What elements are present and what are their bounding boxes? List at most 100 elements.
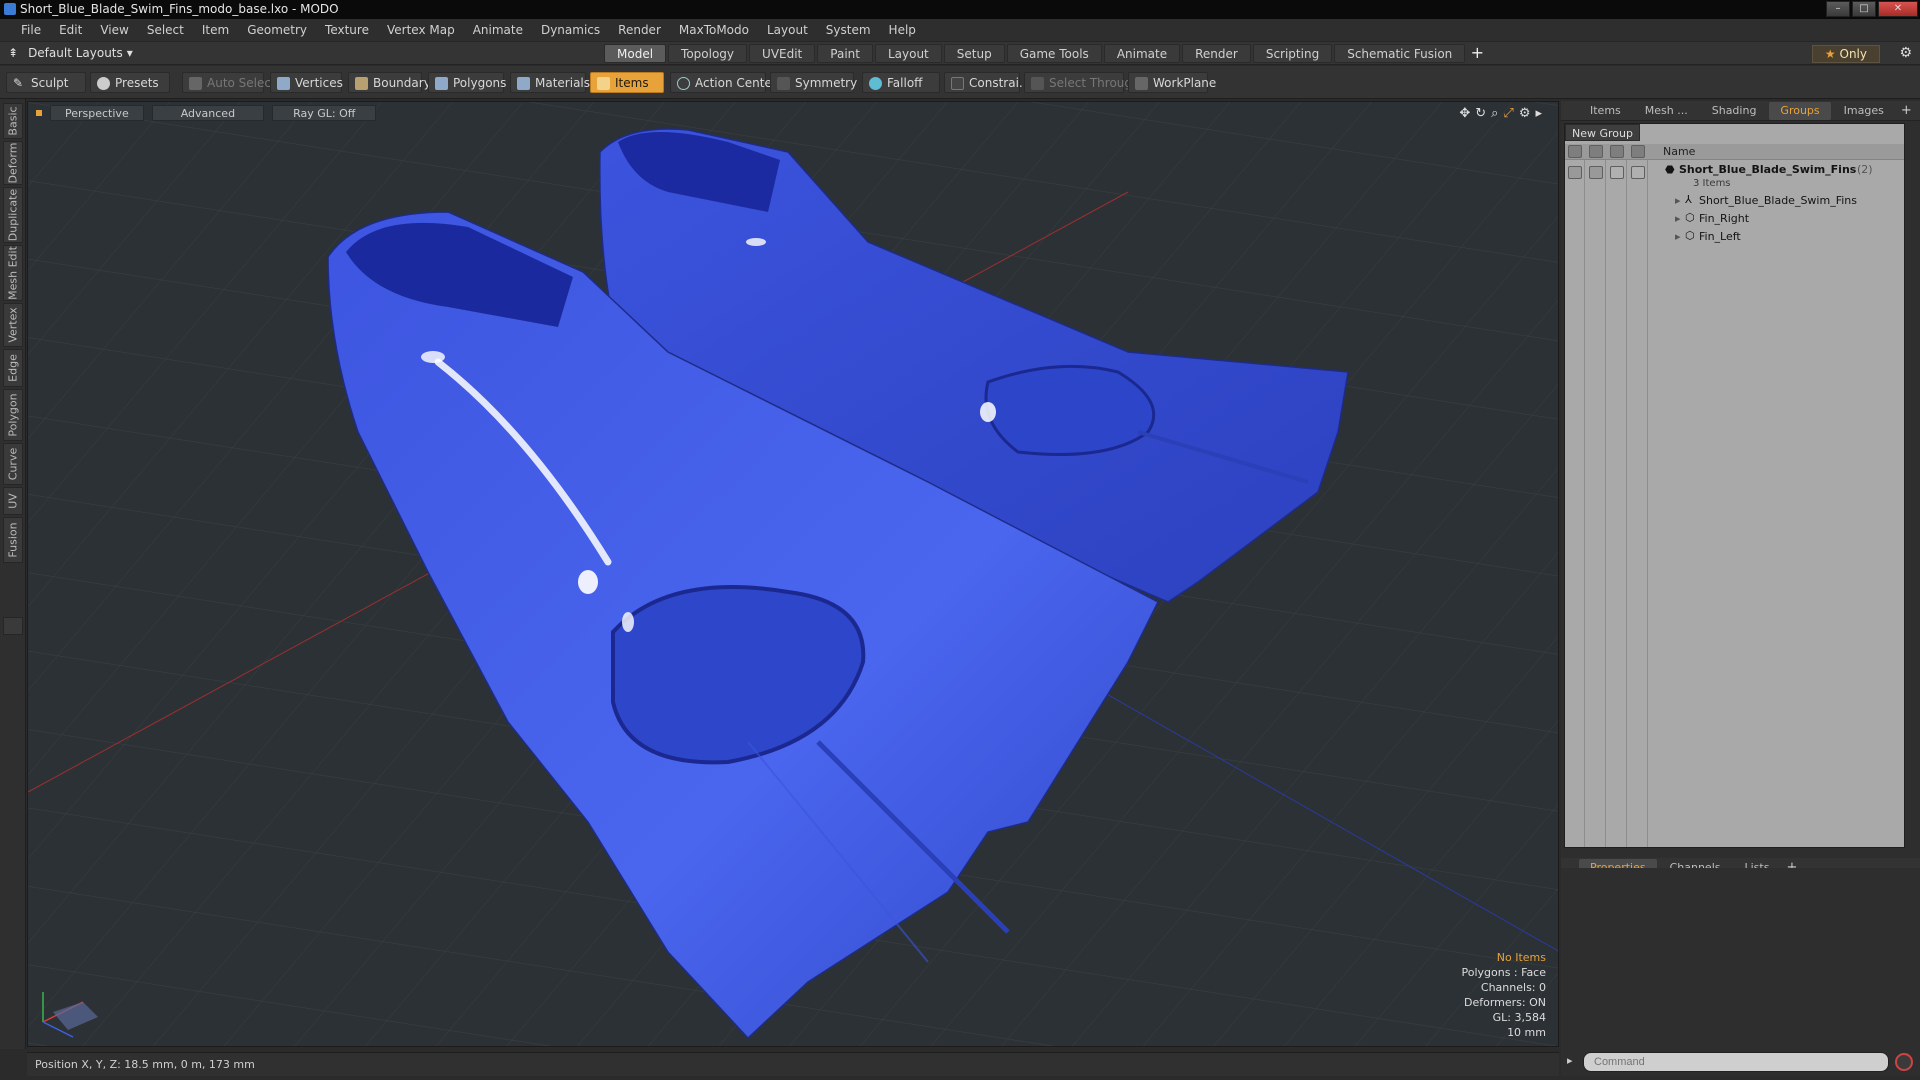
expand-icon[interactable]: ▸ (1675, 194, 1681, 207)
menu-texture[interactable]: Texture (316, 23, 378, 37)
minimize-button[interactable]: – (1826, 1, 1850, 17)
list-item[interactable]: ▸ ⅄ Short_Blue_Blade_Swim_Fins (1565, 192, 1904, 210)
falloff-icon (869, 77, 882, 90)
layout-toggle-icon[interactable]: ⇞ (8, 46, 18, 60)
tab-render[interactable]: Render (1182, 44, 1251, 63)
constraints-button[interactable]: Constrai... (944, 72, 1030, 93)
menu-maxtomodo[interactable]: MaxToModo (670, 23, 758, 37)
vertices-button[interactable]: Vertices (270, 72, 343, 93)
expand-icon[interactable]: ▸ (1675, 212, 1681, 225)
crosshair-icon (677, 77, 690, 90)
tab-paint[interactable]: Paint (817, 44, 873, 63)
list-item[interactable]: ▸ ⬡ Fin_Left (1565, 228, 1904, 246)
only-toggle[interactable]: ★ Only (1811, 45, 1880, 63)
gear-icon[interactable]: ⚙ (1899, 45, 1912, 61)
menu-render[interactable]: Render (609, 23, 670, 37)
expand-arrow-icon[interactable]: ▸ (1535, 106, 1542, 121)
command-history-arrow[interactable]: ▸ (1567, 1054, 1573, 1067)
left-tab-deform[interactable]: Deform (3, 141, 23, 185)
menu-select[interactable]: Select (138, 23, 193, 37)
render-column-icon[interactable] (1589, 145, 1603, 158)
tab-images[interactable]: Images (1833, 102, 1895, 120)
visibility-column-icon[interactable] (1568, 145, 1582, 158)
window-title: Short_Blue_Blade_Swim_Fins_modo_base.lxo… (20, 2, 339, 16)
brush-icon: ✎ (13, 76, 24, 90)
sculpt-button[interactable]: ✎ Sculpt (6, 72, 86, 93)
menu-animate[interactable]: Animate (464, 23, 532, 37)
list-item[interactable]: ▸ ⬡ Fin_Right (1565, 210, 1904, 228)
left-tab-uv[interactable]: UV (3, 487, 23, 515)
pan-icon[interactable]: ✥ (1459, 106, 1470, 121)
maximize-button[interactable]: □ (1852, 1, 1876, 17)
action-center-button[interactable]: Action Center (670, 72, 777, 93)
tab-topology[interactable]: Topology (668, 44, 748, 63)
left-tab-fusion[interactable]: Fusion (3, 517, 23, 563)
expand-icon[interactable]: ▸ (1675, 230, 1681, 243)
record-macro-icon[interactable] (1895, 1053, 1913, 1071)
presets-button[interactable]: Presets (90, 72, 170, 93)
command-input[interactable] (1583, 1052, 1889, 1072)
close-button[interactable]: ✕ (1878, 1, 1918, 17)
left-tab-label: Fusion (6, 522, 20, 558)
select-through-button[interactable]: Select Through (1024, 72, 1140, 93)
left-tab-duplicate[interactable]: Duplicate (3, 187, 23, 243)
tab-uvedit[interactable]: UVEdit (749, 44, 816, 63)
tab-setup[interactable]: Setup (943, 44, 1005, 63)
select-column-icon[interactable] (1631, 145, 1645, 158)
left-tab-label: Duplicate (6, 188, 20, 242)
menu-edit[interactable]: Edit (50, 23, 91, 37)
tab-model[interactable]: Model (604, 44, 667, 63)
tab-scripting[interactable]: Scripting (1252, 44, 1333, 63)
items-label: Items (615, 76, 649, 90)
shading-dropdown[interactable]: Advanced (151, 105, 265, 121)
left-tab-polygon[interactable]: Polygon (3, 389, 23, 441)
tab-schematic-fusion[interactable]: Schematic Fusion (1334, 44, 1466, 63)
falloff-button[interactable]: Falloff (862, 72, 940, 93)
left-tab-curve[interactable]: Curve (3, 443, 23, 485)
tab-groups[interactable]: Groups (1769, 101, 1831, 120)
3d-viewport[interactable]: Perspective Advanced Ray GL: Off ✥ ↻ ⌕ ⤢… (27, 101, 1559, 1047)
workplane-button[interactable]: WorkPlane (1128, 72, 1216, 93)
view-mode-dropdown[interactable]: Perspective (50, 105, 144, 121)
menu-layout[interactable]: Layout (758, 23, 817, 37)
scene-tabs: Items Mesh ... Shading Groups Images + (1561, 101, 1920, 121)
left-tab-mesh-edit[interactable]: Mesh Edit (3, 245, 23, 301)
tab-items[interactable]: Items (1579, 102, 1632, 120)
left-tab-edge[interactable]: Edge (3, 349, 23, 387)
auto-select-button[interactable]: Auto Select (182, 72, 276, 93)
symmetry-button[interactable]: Symmetry (770, 72, 857, 93)
raygl-toggle[interactable]: Ray GL: Off (272, 105, 377, 121)
fit-icon[interactable]: ⤢ (1503, 106, 1513, 121)
new-group-button[interactable]: New Group (1565, 124, 1640, 141)
tab-animate[interactable]: Animate (1103, 44, 1181, 63)
add-panel-tab-button[interactable]: + (1897, 103, 1916, 118)
menu-item[interactable]: Item (193, 23, 238, 37)
rotate-icon[interactable]: ↻ (1475, 106, 1486, 121)
menu-vertex-map[interactable]: Vertex Map (378, 23, 464, 37)
viewport-menu-dot[interactable] (36, 110, 42, 116)
menu-geometry[interactable]: Geometry (238, 23, 316, 37)
tab-shading[interactable]: Shading (1701, 102, 1768, 120)
menu-view[interactable]: View (91, 23, 137, 37)
menu-system[interactable]: System (817, 23, 880, 37)
zoom-icon[interactable]: ⌕ (1491, 106, 1498, 121)
tab-layout[interactable]: Layout (874, 44, 942, 63)
menu-dynamics[interactable]: Dynamics (532, 23, 609, 37)
tab-mesh[interactable]: Mesh ... (1634, 102, 1699, 120)
auto-select-icon (189, 77, 202, 90)
menu-help[interactable]: Help (880, 23, 925, 37)
layouts-dropdown[interactable]: ⇞ Default Layouts ▾ (8, 46, 133, 60)
boundary-button[interactable]: Boundary (348, 72, 431, 93)
items-button[interactable]: Items (590, 72, 664, 93)
viewport-gear-icon[interactable]: ⚙ (1519, 106, 1531, 121)
groups-list[interactable]: New Group Name ⬣ Short_Blue_Blade_Swim_F… (1564, 123, 1905, 848)
tab-game-tools[interactable]: Game Tools (1006, 44, 1102, 63)
add-tab-button[interactable]: + (1467, 44, 1487, 63)
lock-column-icon[interactable] (1610, 145, 1624, 158)
materials-button[interactable]: Materials (510, 72, 590, 93)
menu-file[interactable]: File (12, 23, 50, 37)
left-tab-vertex[interactable]: Vertex (3, 303, 23, 347)
left-tab-basic[interactable]: Basic (3, 103, 23, 139)
polygons-button[interactable]: Polygons (428, 72, 506, 93)
left-tab-collapse[interactable] (3, 617, 23, 635)
